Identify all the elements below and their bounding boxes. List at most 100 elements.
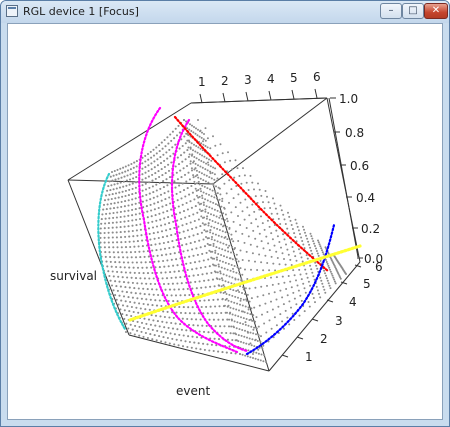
surface-point: [103, 231, 106, 235]
surface-point: [211, 312, 214, 315]
surface-point: [268, 249, 271, 252]
surface-point: [111, 221, 114, 224]
surface-point: [261, 313, 263, 316]
surface-point: [225, 225, 228, 228]
surface-point: [147, 221, 150, 224]
event-tick-label: 6: [375, 260, 383, 274]
surface-point: [240, 182, 243, 185]
surface-point: [127, 225, 130, 228]
surface-point: [125, 251, 128, 254]
minimize-button[interactable]: –: [380, 3, 402, 19]
surface-point: [108, 246, 111, 249]
rgl-3d-plot[interactable]: 1 2 3 4 5 6 1.0 0.8 0.6 0.4 0.2 0.0 1 2 …: [8, 24, 442, 419]
surface-point: [232, 240, 235, 243]
surface-point: [148, 186, 151, 189]
surface-point: [292, 269, 295, 272]
surface-point: [208, 218, 211, 221]
surface-point: [246, 336, 248, 339]
surface-point: [212, 166, 215, 169]
surface-point: [218, 198, 221, 201]
top-tick-mark: [245, 91, 249, 102]
surface-point: [197, 342, 200, 345]
surface-point: [194, 205, 197, 208]
surface-point: [215, 312, 218, 315]
surface-point: [167, 142, 170, 145]
surface-point: [278, 263, 281, 266]
surface-point: [167, 241, 170, 244]
surface-point: [226, 217, 228, 220]
surface-point: [204, 198, 207, 201]
surface-point: [161, 320, 164, 323]
surface-point: [210, 238, 213, 241]
surface-point: [180, 197, 183, 200]
surface-point: [119, 285, 122, 288]
surface-point: [195, 247, 198, 250]
surface-point: [235, 327, 238, 330]
surface-point: [196, 134, 199, 137]
surface-point: [192, 324, 195, 327]
surface-point: [124, 235, 127, 238]
surface-point: [166, 136, 169, 139]
surface-point: [134, 292, 137, 295]
surface-point: [153, 166, 156, 169]
surface-point: [223, 207, 226, 210]
surface-point: [213, 226, 216, 229]
surface-point: [147, 318, 151, 321]
surface-point: [329, 270, 332, 273]
surface-point: [250, 325, 253, 328]
surface-point: [141, 178, 144, 181]
surface-point: [160, 340, 163, 343]
surface-point: [223, 325, 226, 328]
surface-point: [220, 205, 223, 208]
maximize-button[interactable]: □: [402, 3, 424, 19]
surface-point: [110, 284, 114, 287]
surface-point: [132, 166, 135, 169]
surface-point: [131, 219, 134, 222]
surface-point: [141, 239, 144, 242]
title-bar[interactable]: RGL device 1 [Focus] – □ ✕: [1, 1, 449, 23]
surface-point: [114, 192, 118, 195]
surface-point: [210, 182, 212, 185]
surface-point: [135, 229, 138, 232]
surface-point: [263, 228, 266, 231]
surface-point: [323, 288, 326, 291]
surface-point: [125, 179, 128, 182]
surface-point: [268, 292, 270, 295]
surface-point: [121, 304, 125, 307]
surface-point: [162, 241, 165, 245]
surface-point: [156, 158, 159, 161]
surface-point: [216, 298, 219, 301]
surface-point: [166, 210, 169, 213]
surface-point: [326, 279, 329, 282]
surface-point: [219, 325, 222, 328]
plot-canvas-area[interactable]: 1 2 3 4 5 6 1.0 0.8 0.6 0.4 0.2 0.0 1 2 …: [7, 23, 443, 420]
surface-point: [297, 289, 300, 292]
surface-point: [242, 286, 244, 289]
surface-point: [242, 288, 245, 291]
surface-point: [197, 164, 199, 167]
surface-point: [146, 336, 149, 340]
event-tick-mark: [311, 318, 319, 322]
surface-point: [268, 225, 271, 228]
surface-point: [227, 250, 230, 253]
close-button[interactable]: ✕: [424, 3, 448, 19]
surface-point: [253, 188, 255, 191]
surface-point: [311, 252, 314, 255]
surface-point: [180, 328, 183, 331]
surface-point: [169, 155, 172, 158]
surface-point: [214, 264, 217, 267]
surface-point: [309, 232, 312, 235]
surface-point: [300, 299, 303, 302]
surface-point: [214, 249, 217, 252]
surface-point: [149, 333, 152, 336]
surface-point: [230, 325, 233, 328]
surface-point: [255, 327, 258, 330]
surface-point: [124, 165, 127, 168]
surface-point: [112, 275, 115, 278]
surface-point: [319, 276, 322, 279]
surface-point: [149, 198, 152, 201]
surface-point: [233, 326, 235, 329]
surface-point: [114, 178, 117, 181]
surface-point: [228, 201, 230, 204]
surface-point: [221, 200, 224, 203]
